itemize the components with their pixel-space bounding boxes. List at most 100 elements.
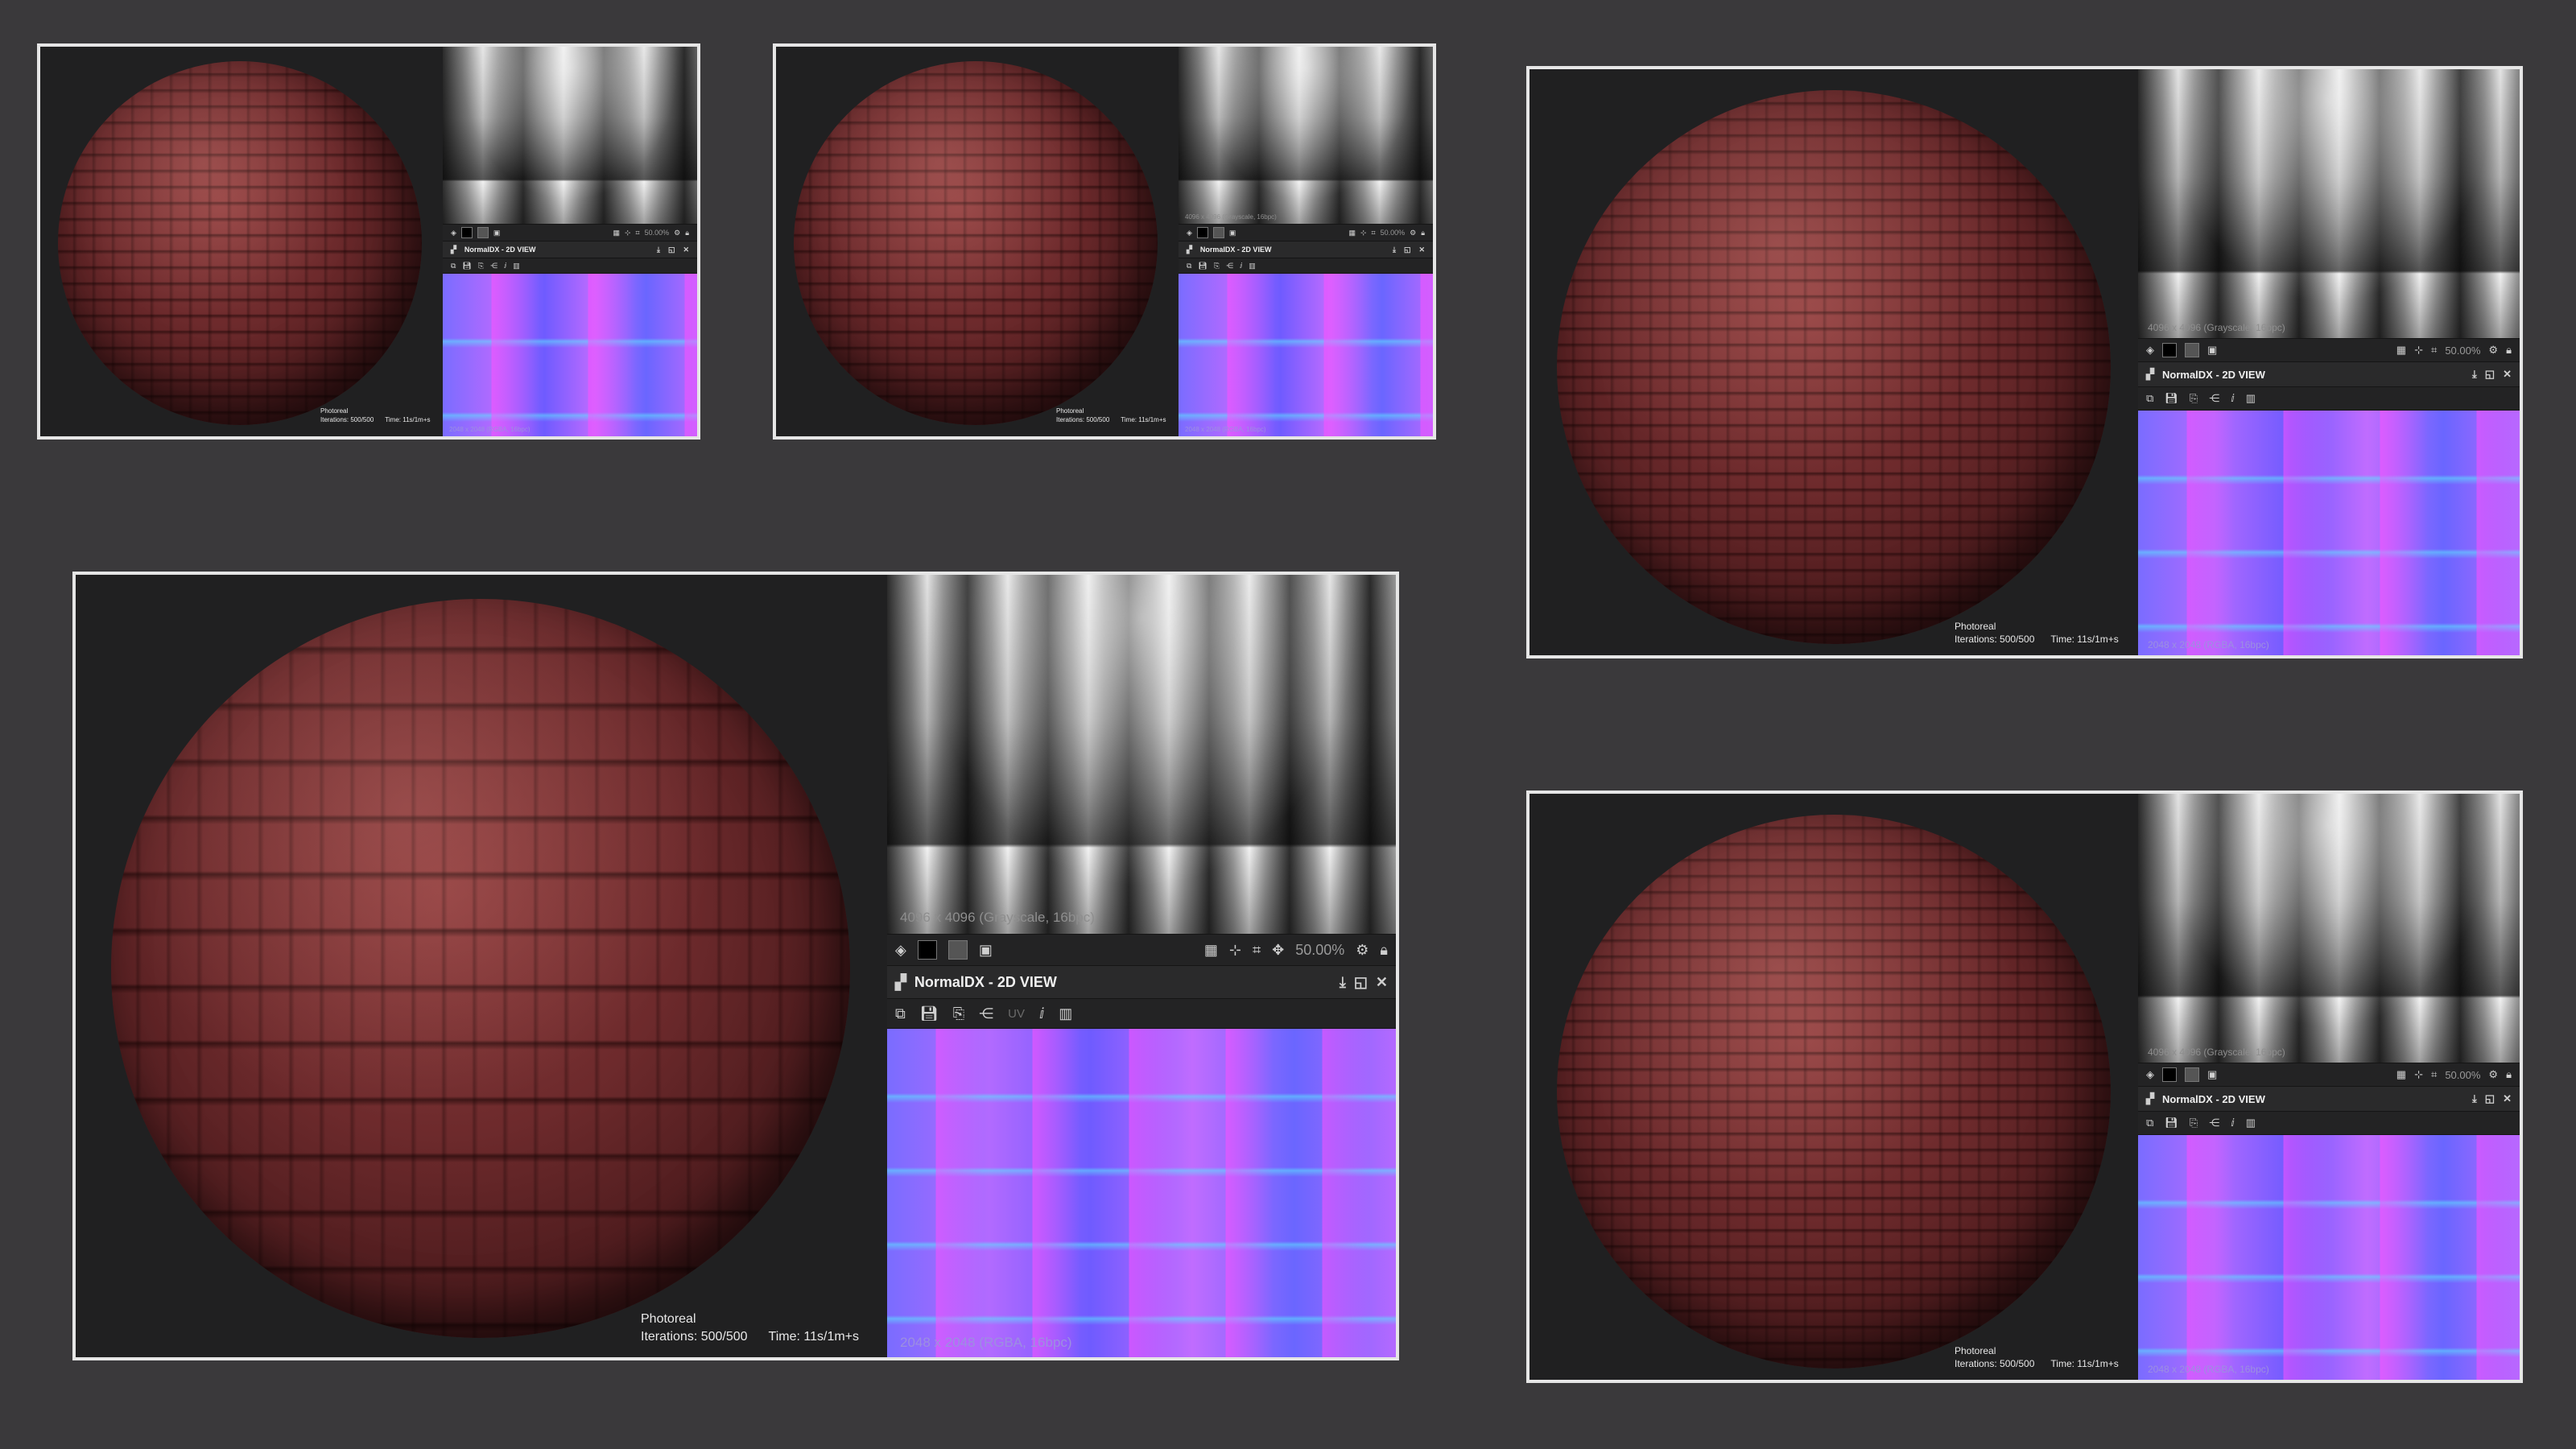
histogram-icon[interactable]: ▥ [513, 262, 520, 270]
zoom-level[interactable]: 50.00% [2445, 345, 2480, 357]
zoom-level[interactable]: 50.00% [1295, 942, 1344, 959]
pin-icon[interactable]: ⤓ [1393, 246, 1396, 254]
gray-swatch[interactable] [1212, 227, 1224, 238]
settings-icon[interactable]: ⚙ [1410, 229, 1416, 237]
export-icon[interactable]: ⧉ [2146, 1117, 2153, 1129]
share-icon[interactable]: ⋲ [979, 1005, 993, 1022]
layers-icon[interactable]: ◈ [1187, 229, 1192, 237]
black-swatch[interactable] [460, 227, 473, 238]
tiling-icon[interactable]: ⊹ [2414, 1068, 2423, 1081]
grid-icon[interactable]: ▦ [1204, 942, 1218, 959]
pin-icon[interactable]: ⤓ [1340, 974, 1346, 991]
normal-map-view[interactable]: 2048 x 2048 (RGBA, 16bpc) [2138, 411, 2520, 655]
save-icon[interactable]: 💾︎ [462, 262, 471, 270]
maximize-icon[interactable]: ◱ [1404, 246, 1411, 254]
grid-icon[interactable]: ▦ [613, 229, 620, 237]
image-icon[interactable]: ▣ [2207, 1068, 2217, 1081]
histogram-icon[interactable]: ▥ [1249, 262, 1256, 270]
copy-icon[interactable]: ⎘ [2190, 1117, 2198, 1129]
maximize-icon[interactable]: ◱ [1354, 974, 1368, 991]
fit-icon[interactable]: ⌗ [2431, 344, 2437, 357]
gray-swatch[interactable] [2185, 343, 2199, 357]
fit-icon[interactable]: ⌗ [2431, 1068, 2437, 1081]
zoom-level[interactable]: 50.00% [645, 229, 670, 237]
height-map-view[interactable]: 4096 x 4096 (Grayscale, 16bpc) [2138, 69, 2520, 338]
normal-map-view[interactable]: 2048 x 2048 (RGBA, 16bpc) [1179, 274, 1433, 436]
black-swatch[interactable] [2162, 343, 2177, 357]
info-icon[interactable]: ⅈ [1039, 1005, 1044, 1022]
save-icon[interactable]: 💾︎ [2165, 392, 2178, 405]
save-icon[interactable]: 💾︎ [920, 1005, 939, 1022]
3d-viewport[interactable]: Photoreal Iterations: 500/500 Time: 11s/1… [76, 575, 887, 1357]
histogram-icon[interactable]: ▥ [1059, 1005, 1072, 1022]
tiling-icon[interactable]: ⊹ [1360, 229, 1367, 237]
black-swatch[interactable] [917, 940, 937, 960]
height-map-view[interactable]: 4096 x 4096 (Grayscale, 16bpc) [887, 575, 1396, 934]
layers-icon[interactable]: ◈ [895, 942, 906, 959]
3d-viewport[interactable]: Photoreal Iterations: 500/500 Time: 11s/1… [776, 47, 1179, 436]
grid-icon[interactable]: ▦ [1348, 229, 1356, 237]
image-icon[interactable]: ▣ [2207, 344, 2217, 357]
gray-swatch[interactable] [2185, 1067, 2199, 1082]
close-icon[interactable]: ✕ [1376, 974, 1388, 991]
image-icon[interactable]: ▣ [1229, 229, 1236, 237]
image-icon[interactable]: ▣ [979, 942, 993, 959]
share-icon[interactable]: ⋲ [1226, 262, 1233, 270]
tiling-icon[interactable]: ⊹ [625, 229, 631, 237]
close-icon[interactable]: ✕ [683, 246, 689, 254]
pin-icon[interactable]: ⤓ [2472, 368, 2477, 381]
gray-swatch[interactable] [947, 940, 968, 960]
close-icon[interactable]: ✕ [2503, 368, 2512, 381]
maximize-icon[interactable]: ◱ [2485, 1092, 2495, 1105]
maximize-icon[interactable]: ◱ [668, 246, 675, 254]
layers-icon[interactable]: ◈ [451, 229, 456, 237]
copy-icon[interactable]: ⎘ [1214, 262, 1220, 270]
settings-icon[interactable]: ⚙ [2488, 344, 2498, 357]
black-swatch[interactable] [2162, 1067, 2177, 1082]
save-icon[interactable]: 💾︎ [1198, 262, 1207, 270]
center-icon[interactable]: ✥ [1272, 942, 1284, 959]
info-icon[interactable]: ⅈ [1240, 262, 1242, 270]
height-map-view[interactable]: 4096 x 4096 (Grayscale, 16bpc) [1179, 47, 1433, 224]
maximize-icon[interactable]: ◱ [2485, 368, 2495, 381]
copy-icon[interactable]: ⎘ [478, 262, 484, 270]
height-map-view[interactable] [443, 47, 697, 224]
tiling-icon[interactable]: ⊹ [2414, 344, 2423, 357]
copy-icon[interactable]: ⎘ [953, 1005, 964, 1022]
close-icon[interactable]: ✕ [1418, 246, 1425, 254]
info-icon[interactable]: ⅈ [2231, 1117, 2235, 1129]
close-icon[interactable]: ✕ [2503, 1092, 2512, 1105]
copy-icon[interactable]: ⎘ [2190, 392, 2198, 405]
normal-map-view[interactable]: 2048 x 2048 (RGBA, 16bpc) [2138, 1135, 2520, 1380]
layers-icon[interactable]: ◈ [2146, 1068, 2154, 1081]
export-icon[interactable]: ⧉ [2146, 392, 2153, 405]
lock-icon[interactable]: 🔒︎ [2506, 1068, 2512, 1081]
uv-dropdown[interactable]: UV [1008, 1007, 1025, 1021]
lock-icon[interactable]: 🔒︎ [685, 229, 689, 237]
lock-icon[interactable]: 🔒︎ [2506, 344, 2512, 357]
3d-viewport[interactable]: Photoreal Iterations: 500/500 Time: 11s/1… [1530, 69, 2138, 655]
share-icon[interactable]: ⋲ [490, 262, 497, 270]
histogram-icon[interactable]: ▥ [2246, 1117, 2256, 1129]
share-icon[interactable]: ⋲ [2209, 1117, 2219, 1129]
histogram-icon[interactable]: ▥ [2246, 392, 2256, 405]
tiling-icon[interactable]: ⊹ [1229, 942, 1241, 959]
share-icon[interactable]: ⋲ [2209, 392, 2219, 405]
fit-icon[interactable]: ⌗ [1253, 942, 1261, 959]
pin-icon[interactable]: ⤓ [657, 246, 660, 254]
export-icon[interactable]: ⧉ [895, 1005, 906, 1022]
pin-icon[interactable]: ⤓ [2472, 1092, 2477, 1105]
info-icon[interactable]: ⅈ [2231, 392, 2235, 405]
height-map-view[interactable]: 4096 x 4096 (Grayscale, 16bpc) [2138, 794, 2520, 1063]
grid-icon[interactable]: ▦ [2396, 1068, 2406, 1081]
normal-map-view[interactable]: 2048 x 2048 (RGBA, 16bpc) [443, 274, 697, 436]
lock-icon[interactable]: 🔒︎ [1421, 229, 1425, 237]
black-swatch[interactable] [1196, 227, 1208, 238]
3d-viewport[interactable]: Photoreal Iterations: 500/500 Time: 11s/1… [1530, 794, 2138, 1380]
export-icon[interactable]: ⧉ [451, 262, 456, 270]
grid-icon[interactable]: ▦ [2396, 344, 2406, 357]
info-icon[interactable]: ⅈ [504, 262, 506, 270]
lock-icon[interactable]: 🔒︎ [1380, 942, 1388, 959]
fit-icon[interactable]: ⌗ [1372, 229, 1376, 237]
fit-icon[interactable]: ⌗ [636, 229, 640, 237]
